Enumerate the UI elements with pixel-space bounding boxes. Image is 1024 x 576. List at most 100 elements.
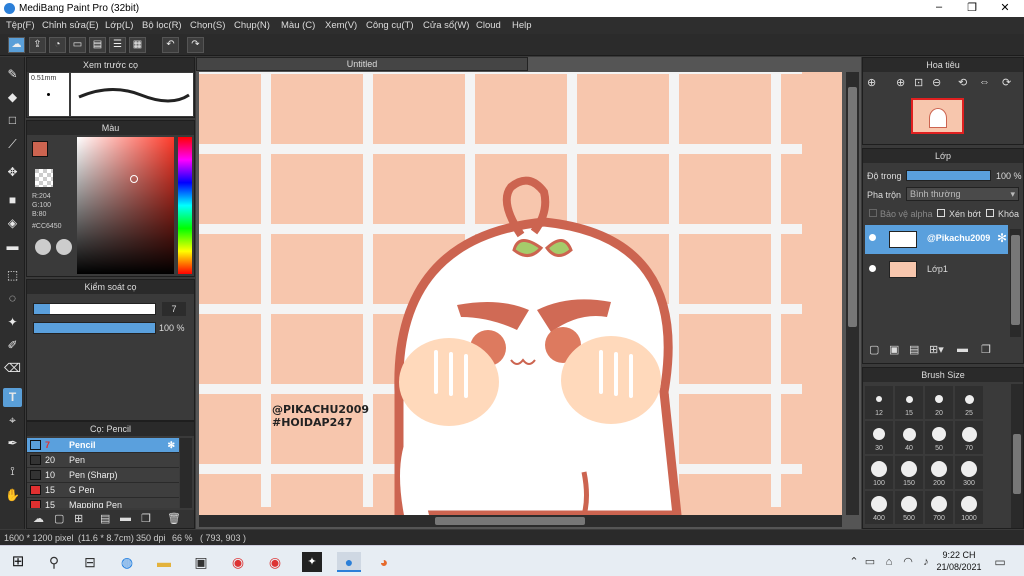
file-explorer-icon[interactable]: ▬ — [154, 552, 174, 572]
visibility-icon[interactable] — [869, 265, 876, 272]
menu-help[interactable]: Help — [512, 20, 532, 31]
blend-mode-select[interactable]: Bình thường ▾ — [906, 187, 1019, 201]
comment-icon[interactable]: ▭ — [69, 37, 86, 53]
clock[interactable]: 9:22 CH 21/08/2021 — [935, 549, 983, 573]
medibang-taskbar-icon[interactable]: ● — [337, 552, 361, 572]
menu-color[interactable]: Màu (C) — [281, 20, 315, 31]
menu-view[interactable]: Xem(V) — [325, 20, 357, 31]
rotate-icon[interactable]: ⟲ — [958, 76, 967, 89]
clip-checkbox[interactable] — [937, 209, 945, 217]
wifi-icon[interactable]: ◠ — [898, 552, 918, 572]
menu-cloud[interactable]: Cloud — [476, 20, 501, 31]
brush-list-scrollbar[interactable] — [180, 438, 192, 508]
search-icon[interactable]: ⚲ — [44, 552, 64, 572]
brush-row-g-pen[interactable]: 15 G Pen — [27, 483, 179, 498]
layer-row-pikachu[interactable]: @Pikachu2009 ✻ — [865, 225, 1008, 254]
horizontal-scroll-thumb[interactable] — [435, 517, 585, 525]
app-icon[interactable]: ✦ — [302, 552, 322, 572]
gear-icon[interactable]: ✻ — [167, 438, 175, 452]
brush-size-cell[interactable]: 1000 — [955, 491, 983, 524]
battery-icon[interactable]: ▭ — [860, 552, 880, 572]
brush-tool-icon[interactable]: ✎ — [3, 65, 22, 84]
saturation-value-field[interactable] — [77, 137, 174, 274]
brush-size-cell[interactable]: 30 — [865, 421, 893, 454]
brush-size-cell[interactable]: 40 — [895, 421, 923, 454]
operation-tool-icon[interactable]: ⌖ — [3, 411, 22, 430]
move-tool-icon[interactable]: ✥ — [3, 163, 22, 182]
magic-wand-tool-icon[interactable]: ✦ — [3, 313, 22, 332]
primary-color-swatch[interactable] — [32, 141, 48, 157]
add-brush-icon[interactable]: ⊞ — [74, 512, 83, 525]
select-eraser-tool-icon[interactable]: ⌫ — [3, 359, 22, 378]
undo-icon[interactable]: ↶ — [162, 37, 179, 53]
zoom-in-icon[interactable]: ⊕ — [867, 76, 876, 89]
share-icon[interactable]: ⇪ — [29, 37, 46, 53]
brush-size-scrollbar[interactable] — [1011, 384, 1023, 528]
gear-icon[interactable]: ✻ — [997, 231, 1007, 245]
layer-scrollbar[interactable] — [1010, 229, 1021, 337]
minimize-button[interactable]: – — [922, 1, 956, 16]
gradient-tool-icon[interactable]: ▬ — [3, 237, 22, 256]
chrome-icon[interactable]: ◉ — [228, 552, 248, 572]
new-brush-icon[interactable]: ▢ — [54, 512, 64, 525]
zoom-out-icon[interactable]: ⊖ — [932, 76, 941, 89]
brush-size-scroll-thumb[interactable] — [1013, 434, 1021, 494]
folder-icon[interactable]: ▬ — [957, 343, 968, 355]
brush-size-cell[interactable]: 500 — [895, 491, 923, 524]
list-icon[interactable]: ☰ — [109, 37, 126, 53]
task-view-icon[interactable]: ⊟ — [80, 552, 100, 572]
new-8bit-layer-icon[interactable]: ▤ — [909, 343, 919, 356]
grid-icon[interactable]: ▦ — [129, 37, 146, 53]
chrome-profile-icon[interactable]: ◉ — [265, 552, 285, 572]
layer-row-layer1[interactable]: Lớp1 — [865, 255, 1008, 284]
layer-opacity-slider[interactable] — [906, 170, 991, 181]
menu-filter[interactable]: Bộ lọc(R) — [142, 20, 182, 31]
document-icon[interactable]: ▤ — [89, 37, 106, 53]
duplicate-icon[interactable]: ❐ — [141, 512, 151, 525]
cloud-icon[interactable]: ☁ — [8, 37, 25, 53]
lock-checkbox[interactable] — [986, 209, 994, 217]
menu-layer[interactable]: Lớp(L) — [105, 20, 133, 31]
brush-size-cell[interactable]: 700 — [925, 491, 953, 524]
line-tool-icon[interactable]: ⟋ — [3, 135, 22, 154]
brush-row-pencil[interactable]: 7 Pencil ✻ — [27, 438, 179, 453]
fill-rect-tool-icon[interactable]: ■ — [3, 191, 22, 210]
brush-size-value[interactable]: 7 — [162, 302, 186, 316]
menu-capture[interactable]: Chụp(N) — [234, 20, 270, 31]
dropper-tool-icon[interactable]: ⟟ — [3, 462, 22, 481]
edge-icon[interactable]: ◍ — [117, 552, 137, 572]
store-icon[interactable]: ▣ — [191, 552, 211, 572]
maximize-button[interactable]: ❐ — [955, 1, 989, 16]
protect-alpha-checkbox[interactable] — [869, 209, 877, 217]
new-layer-icon[interactable]: ▢ — [869, 343, 879, 356]
vertical-scroll-thumb[interactable] — [848, 87, 857, 327]
document-tab[interactable]: Untitled — [196, 57, 528, 71]
brush-size-cell[interactable]: 200 — [925, 456, 953, 489]
brush-size-cell[interactable]: 100 — [865, 456, 893, 489]
notification-icon[interactable]: ▭ — [990, 552, 1010, 572]
menu-file[interactable]: Tệp(F) — [6, 20, 35, 31]
brush-row-pen-sharp[interactable]: 10 Pen (Sharp) — [27, 468, 179, 483]
color-picker-cursor[interactable] — [130, 175, 138, 183]
brush-size-cell[interactable]: 12 — [865, 386, 893, 419]
drawing-canvas[interactable]: @PIKACHU2009 #HOIDAP247 — [199, 72, 842, 515]
brush-opacity-slider[interactable] — [33, 322, 156, 334]
fit-icon[interactable]: ⊡ — [914, 76, 923, 89]
eyedropper-tool-icon[interactable]: ✒ — [3, 434, 22, 453]
brush-size-cell[interactable]: 25 — [955, 386, 983, 419]
cloud-brush-icon[interactable]: ☁ — [33, 512, 44, 525]
lasso-tool-icon[interactable]: ◌ — [3, 289, 22, 308]
duplicate-layer-icon[interactable]: ❐ — [981, 343, 991, 356]
menu-select[interactable]: Chọn(S) — [190, 20, 225, 31]
windows-start-icon[interactable]: ⊞ — [8, 552, 28, 572]
brush-size-cell[interactable]: 300 — [955, 456, 983, 489]
brush-size-cell[interactable]: 50 — [925, 421, 953, 454]
layer-scroll-thumb[interactable] — [1011, 235, 1020, 325]
transparent-swatch[interactable] — [35, 169, 53, 187]
bucket-tool-icon[interactable]: ◈ — [3, 214, 22, 233]
flip-icon[interactable]: ⇔ — [979, 76, 990, 88]
text-tool-icon[interactable]: T — [3, 388, 22, 407]
shape-tool-icon[interactable]: □ — [3, 111, 22, 130]
navigator-preview[interactable] — [911, 98, 964, 134]
firefox-icon[interactable]: ◕ — [374, 552, 394, 572]
